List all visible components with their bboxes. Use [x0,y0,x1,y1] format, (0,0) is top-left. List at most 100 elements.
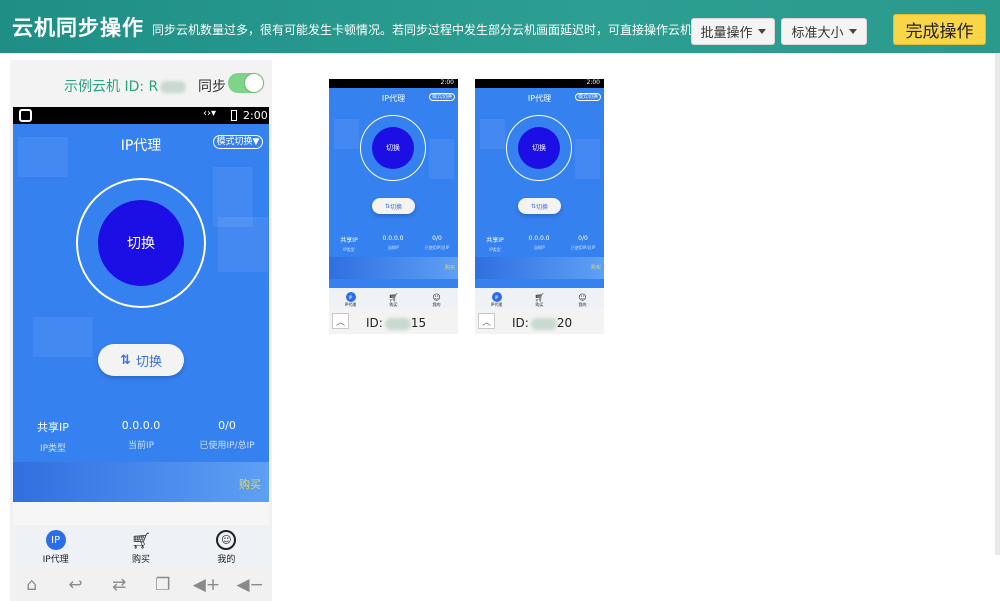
expand-button[interactable]: ︿ [332,313,349,329]
stat-ip-usage: 0/0 已使用IP/总IP [424,235,450,250]
switch-button[interactable]: ⇅ 切换 [372,198,415,214]
mode-switch-button[interactable]: 模式切换 [429,93,455,101]
clock: 2:00 [586,79,600,86]
stat-ip-usage: 0/0 已使用IP/总IP [199,419,255,451]
cloud-phone-thumbnail[interactable]: 2:00 IP代理 模式切换 切换 ⇅ 切换 共享IP IP类型 0.0.0.0 当前… [329,79,458,334]
home-icon[interactable]: ⌂ [17,575,47,595]
size-dropdown[interactable]: 标准大小 [781,18,867,45]
bg-tile [334,119,359,149]
cart-icon: 🛒︎ [388,293,399,302]
user-icon: ☺︎ [432,293,441,302]
phone-nav-bar: ⌂ ↩ ⇄ ❐ ◀+ ◀− [10,565,272,601]
app-badge-icon [19,109,32,122]
bg-tile [480,119,505,149]
masked-id [384,317,411,330]
switch-button[interactable]: ⇅ 切换 [98,344,184,376]
status-bar: 2:00 [475,79,604,88]
ip-icon: IP [45,530,66,550]
user-icon: ☺︎ [578,293,587,302]
user-icon: ☺︎ [216,530,237,550]
volume-down-icon[interactable]: ◀+ [191,575,221,595]
chevron-up-icon: ︿ [335,317,345,328]
tab-buy[interactable]: 🛒︎ 购买 [372,288,415,308]
clock: 2:00 [440,79,454,86]
swap-icon: ⇅ [120,352,131,368]
switch-button[interactable]: ⇅ 切换 [518,198,561,214]
phone-header: 示例云机 ID: R 同步 [10,60,272,107]
warning-notice: 同步云机数量过多，很有可能发生卡顿情况。若同步过程中发生部分云机画面延迟时，可直… [152,23,693,37]
volume-mute-icon[interactable]: ◀− [235,575,265,595]
stat-ip-type: 共享IP IP类型 [340,237,358,252]
tab-ip-proxy[interactable]: IP IP代理 [475,288,518,308]
buy-link[interactable]: 购买 [591,264,601,271]
caret-down-icon: ▼ [252,137,260,147]
buy-link[interactable]: 购买 [445,264,455,271]
buy-link[interactable]: 购买 [239,476,261,492]
stat-current-ip: 0.0.0.0 当前IP [528,235,550,250]
batch-operation-label: 批量操作 [700,26,753,41]
ip-icon: IP [345,292,356,302]
done-button[interactable]: 完成操作 [893,14,986,45]
mode-switch-button[interactable]: 模式切换 [575,93,601,101]
size-label: 标准大小 [791,26,844,41]
buy-band: 购买 [329,257,458,279]
bg-tile [33,317,93,357]
stat-ip-type: 共享IP IP类型 [486,237,504,252]
status-bar: ‹›▾ 2:00 [13,107,269,124]
tab-mine[interactable]: ☺︎ 我的 [415,288,458,308]
tab-ip-proxy[interactable]: IP IP代理 [13,525,98,565]
phone-screen[interactable]: 2:00 IP代理 模式切换 切换 ⇅ 切换 共享IP IP类型 0.0.0.0 当前… [475,79,604,308]
stat-current-ip: 0.0.0.0 当前IP [121,419,161,451]
tab-buy[interactable]: 🛒︎ 购买 [98,525,183,565]
thumbnail-footer: ︿ ID: 15 [329,308,458,334]
cart-icon: 🛒︎ [130,531,152,550]
battery-icon [231,110,237,121]
tab-ip-proxy[interactable]: IP IP代理 [329,288,372,308]
toggle-knob [245,74,263,92]
expand-button[interactable]: ︿ [478,313,495,329]
buy-band: 购买 [13,462,269,502]
tab-bar: IP IP代理 🛒︎ 购买 ☺︎ 我的 [13,525,269,565]
phone-id: ID: 20 [512,316,573,330]
buy-band: 购买 [475,257,604,279]
bg-tile [218,217,268,272]
switch-icon[interactable]: ⇄ [104,575,134,595]
back-icon[interactable]: ↩ [60,575,90,595]
phone-name: 示例云机 ID: R [64,76,187,96]
cart-icon: 🛒︎ [534,293,545,302]
status-bar: 2:00 [329,79,458,88]
switch-core-button[interactable]: 切换 [372,127,414,169]
masked-id [530,317,557,330]
tab-bar: IP IP代理 🛒︎ 购买 ☺︎ 我的 [329,288,458,308]
chevron-down-icon [848,29,857,34]
clock: 2:00 [243,109,268,122]
bg-tile [429,139,454,179]
batch-operation-dropdown[interactable]: 批量操作 [691,18,775,45]
switch-core-button[interactable]: 切换 [518,127,560,169]
mode-switch-button[interactable]: 模式切换▼ [213,135,263,149]
tab-mine[interactable]: ☺︎ 我的 [184,525,269,565]
ip-icon: IP [491,292,502,302]
switch-core-button[interactable]: 切换 [98,200,184,286]
main-cloud-phone: 示例云机 ID: R 同步 ‹›▾ 2:00 IP代理 模式切换▼ 切换 ⇅ 切换… [10,60,272,601]
stat-ip-type: 共享IP IP类型 [37,421,69,454]
chevron-up-icon: ︿ [481,317,491,328]
signal-icon: ‹›▾ [203,108,217,119]
phone-screen[interactable]: ‹›▾ 2:00 IP代理 模式切换▼ 切换 ⇅ 切换 共享IP IP类型 0.0.… [13,107,269,565]
bg-tile [575,139,600,179]
sync-label: 同步 [198,79,226,95]
tab-mine[interactable]: ☺︎ 我的 [561,288,604,308]
top-bar: 云机同步操作 同步云机数量过多，很有可能发生卡顿情况。若同步过程中发生部分云机画… [0,0,1000,53]
page-title: 云机同步操作 [12,16,144,40]
copy-icon[interactable]: ❐ [148,575,178,595]
tab-buy[interactable]: 🛒︎ 购买 [518,288,561,308]
stat-current-ip: 0.0.0.0 当前IP [382,235,404,250]
stat-ip-usage: 0/0 已使用IP/总IP [570,235,596,250]
phone-id: ID: 15 [366,316,427,330]
cloud-phone-thumbnail[interactable]: 2:00 IP代理 模式切换 切换 ⇅ 切换 共享IP IP类型 0.0.0.0 当前… [475,79,604,334]
scrollbar-track[interactable] [995,53,1000,555]
sync-toggle[interactable] [228,73,264,93]
phone-screen[interactable]: 2:00 IP代理 模式切换 切换 ⇅ 切换 共享IP IP类型 0.0.0.0 当前… [329,79,458,308]
masked-id [160,81,187,93]
chevron-down-icon [757,29,766,34]
